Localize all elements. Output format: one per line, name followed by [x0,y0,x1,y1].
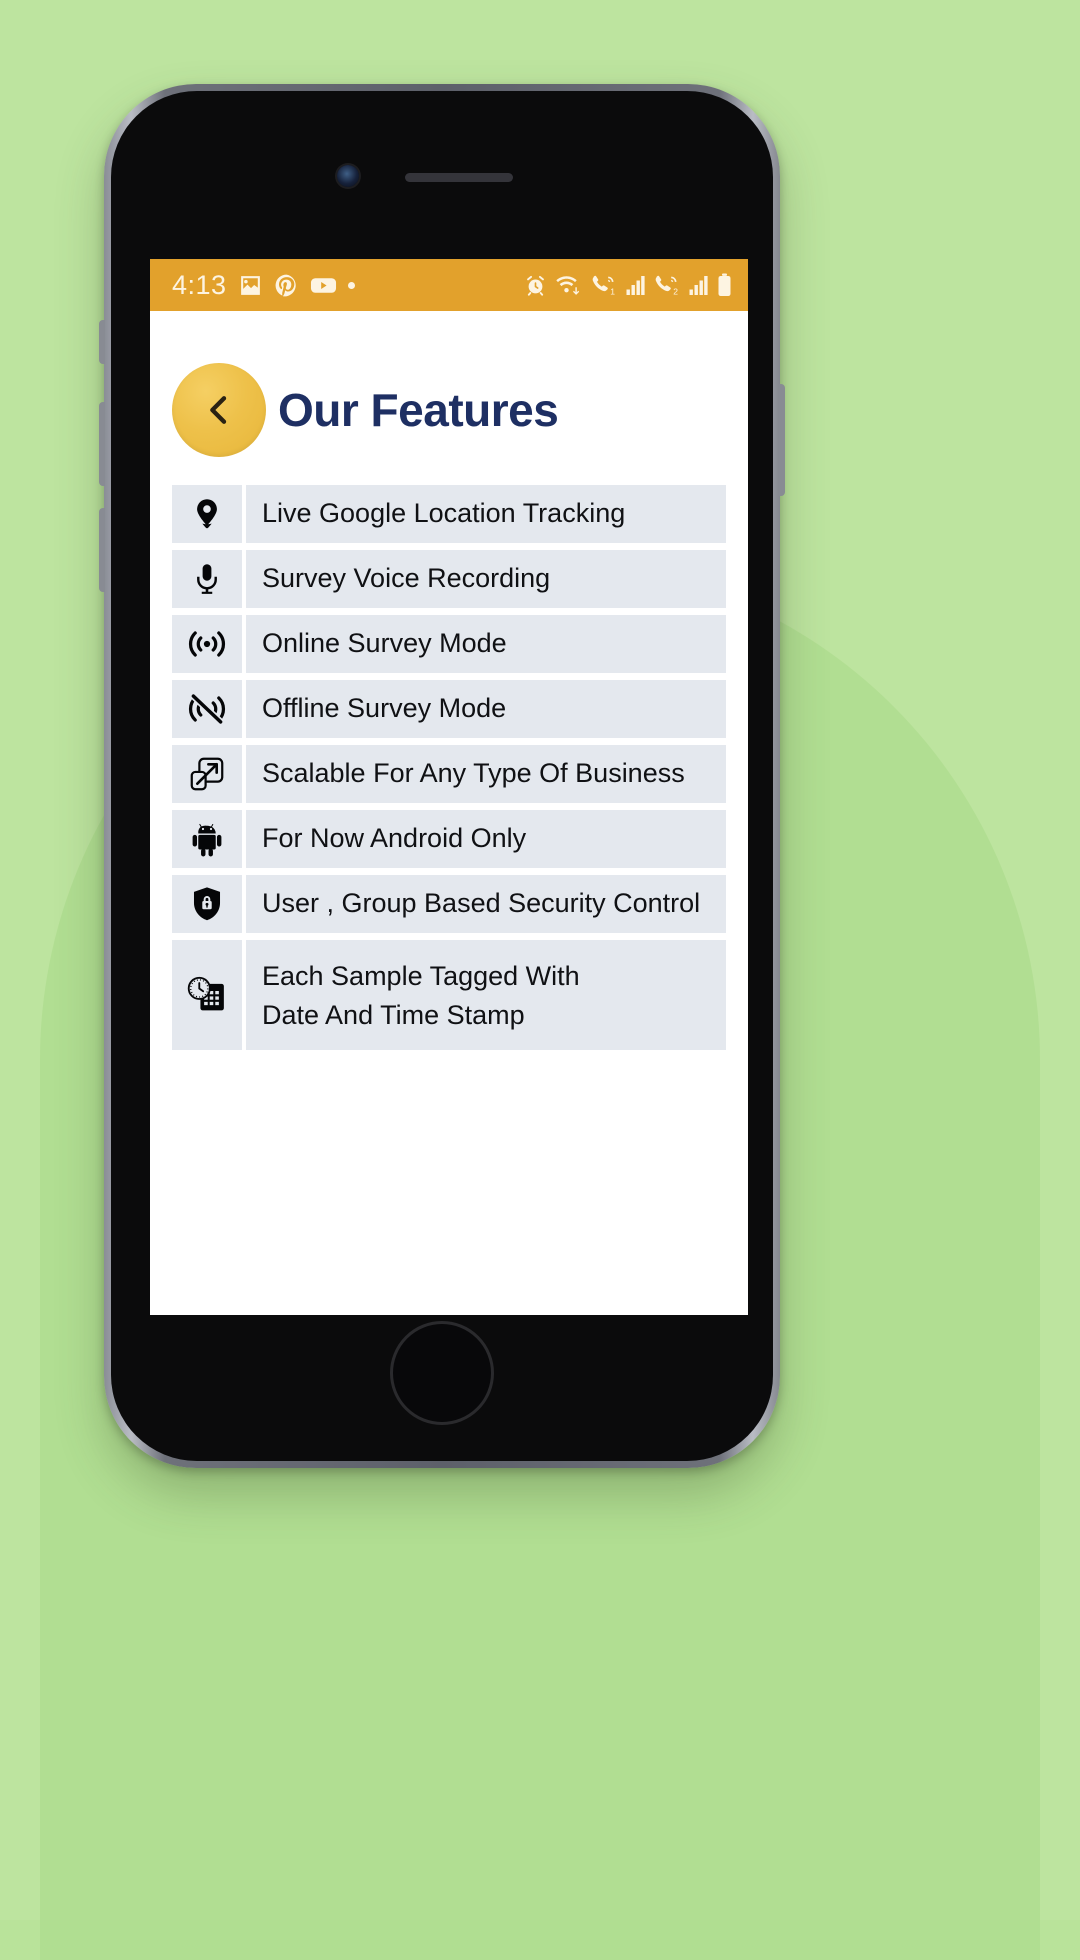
status-bar-right: 1 2 [524,273,732,297]
signal-bars-2-icon [689,275,708,296]
svg-text:1: 1 [610,286,615,296]
feature-row-android-only[interactable]: For Now Android Only [172,810,726,868]
alarm-icon [524,274,547,297]
android-icon [172,810,242,868]
feature-row-date-time-stamp[interactable]: Each Sample Tagged With Date And Time St… [172,940,726,1050]
feature-row-security-control[interactable]: User , Group Based Security Control [172,875,726,933]
home-button[interactable] [390,1321,494,1425]
status-clock: 4:13 [172,269,227,300]
phone-device-frame: 4:13 1 2 Our Features Live Google Locati… [99,84,785,1468]
microphone-icon [172,550,242,608]
volume-up-button[interactable] [99,402,105,486]
call-signal-2-icon: 2 [654,274,680,297]
pinterest-icon [274,273,299,298]
feature-label: Online Survey Mode [246,615,726,673]
youtube-icon [310,273,337,298]
back-button[interactable] [172,363,266,457]
chevron-left-icon [199,390,239,430]
signal-bars-1-icon [626,275,645,296]
feature-label: Each Sample Tagged With Date And Time St… [246,940,726,1050]
feature-row-voice-recording[interactable]: Survey Voice Recording [172,550,726,608]
call-signal-1-icon: 1 [591,274,617,297]
image-icon [238,273,263,298]
feature-row-online-mode[interactable]: Online Survey Mode [172,615,726,673]
feature-row-offline-mode[interactable]: Offline Survey Mode [172,680,726,738]
shield-lock-icon [172,875,242,933]
feature-row-scalable[interactable]: Scalable For Any Type Of Business [172,745,726,803]
mute-switch[interactable] [99,320,105,364]
feature-label: Offline Survey Mode [246,680,726,738]
battery-icon [717,273,732,297]
broadcast-off-icon [172,680,242,738]
app-header: Our Features [150,311,748,485]
features-list: Live Google Location Tracking Survey Voi… [150,485,748,1050]
scale-expand-icon [172,745,242,803]
feature-label: Live Google Location Tracking [246,485,726,543]
page-title: Our Features [278,384,559,436]
front-camera-icon [337,165,359,187]
wifi-icon [556,274,582,297]
phone-screen: 4:13 1 2 Our Features Live Google Locati… [150,259,748,1315]
earpiece-speaker [405,173,513,182]
notification-dot [347,281,355,289]
feature-row-location-tracking[interactable]: Live Google Location Tracking [172,485,726,543]
calendar-clock-icon [172,940,242,1050]
feature-label: Scalable For Any Type Of Business [246,745,726,803]
status-bar: 4:13 1 2 [150,259,748,311]
feature-label: Survey Voice Recording [246,550,726,608]
location-pin-icon [172,485,242,543]
power-button[interactable] [779,384,785,496]
status-bar-left: 4:13 [172,270,355,301]
svg-text:2: 2 [673,286,678,296]
feature-label: User , Group Based Security Control [246,875,726,933]
volume-down-button[interactable] [99,508,105,592]
feature-label: For Now Android Only [246,810,726,868]
broadcast-icon [172,615,242,673]
phone-bezel: 4:13 1 2 Our Features Live Google Locati… [111,91,773,1461]
